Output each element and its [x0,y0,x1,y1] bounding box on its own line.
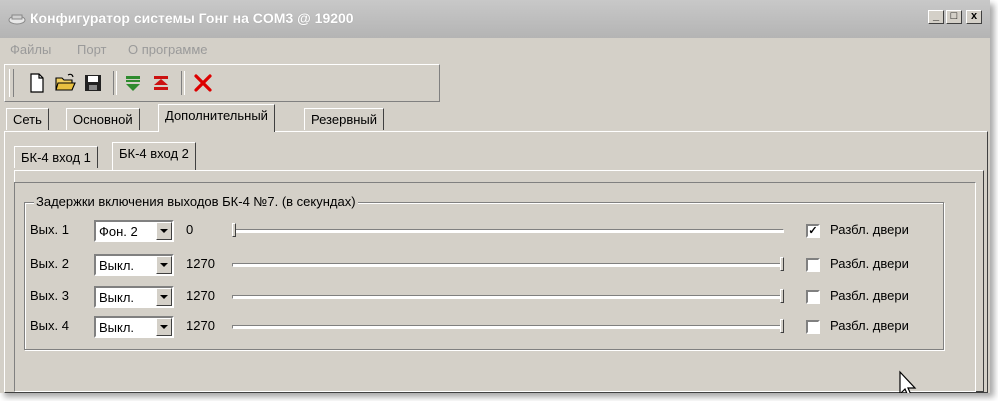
menu-about[interactable]: О программе [128,42,208,57]
delay-slider-thumb[interactable] [780,319,784,333]
unlock-door-checkbox[interactable] [806,290,820,304]
delay-slider-track[interactable] [232,229,784,233]
save-icon[interactable] [81,71,105,95]
chevron-down-icon[interactable] [156,222,172,240]
app-icon [8,14,26,25]
window-title: Конфигуратор системы Гонг на COM3 @ 1920… [30,10,354,26]
tab-main[interactable]: Основной [66,108,140,130]
menu-files[interactable]: Файлы [10,42,51,57]
delay-slider-thumb[interactable] [232,223,236,237]
unlock-door-label: Разбл. двери [830,222,909,237]
unlock-door-checkbox[interactable]: ✓ [806,224,820,238]
tab-reserve[interactable]: Резервный [304,108,385,130]
mode-select[interactable]: Выкл. [94,316,174,338]
delay-slider-track[interactable] [232,263,784,267]
delay-slider-thumb[interactable] [780,289,784,303]
mode-select[interactable]: Выкл. [94,254,174,276]
maximize-button[interactable]: □ [946,10,962,24]
output-label: Вых. 1 [30,222,69,237]
toolbar [4,64,440,102]
unlock-door-label: Разбл. двери [830,256,909,271]
subtab-input-1[interactable]: БК-4 вход 1 [14,146,98,168]
toolbar-separator [113,71,117,95]
menu-port[interactable]: Порт [77,42,106,57]
tab-network[interactable]: Сеть [6,108,49,130]
close-button[interactable]: x [966,10,982,24]
sub-tabs: БК-4 вход 1 БК-4 вход 2 [0,142,990,170]
title-bar[interactable]: Конфигуратор системы Гонг на COM3 @ 1920… [0,0,990,38]
subtab-input-2[interactable]: БК-4 вход 2 [112,142,196,170]
toolbar-grip[interactable] [9,69,14,97]
delay-slider-thumb[interactable] [780,257,784,271]
chevron-down-icon[interactable] [156,256,172,274]
delay-slider-track[interactable] [232,325,784,329]
output-label: Вых. 3 [30,288,69,303]
output-label: Вых. 2 [30,256,69,271]
tab-additional[interactable]: Дополнительный [158,104,275,132]
output-label: Вых. 4 [30,318,69,333]
mode-select-value: Выкл. [99,320,135,335]
mode-select[interactable]: Фон. 2 [94,220,174,242]
delay-value: 1270 [186,318,215,333]
menu-bar: Файлы Порт О программе [0,38,990,62]
unlock-door-label: Разбл. двери [830,318,909,333]
mode-select[interactable]: Выкл. [94,286,174,308]
main-tabs: Сеть Основной Дополнительный Резервный [0,104,990,132]
download-green-icon[interactable] [121,71,145,95]
mouse-cursor-icon [899,370,917,393]
chevron-down-icon[interactable] [156,318,172,336]
mode-select-value: Выкл. [99,258,135,273]
delay-value: 1270 [186,256,215,271]
unlock-door-label: Разбл. двери [830,288,909,303]
delay-value: 1270 [186,288,215,303]
mode-select-value: Выкл. [99,290,135,305]
app-window: Конфигуратор системы Гонг на COM3 @ 1920… [0,0,990,393]
unlock-door-checkbox[interactable] [806,320,820,334]
group-title: Задержки включения выходов БК-4 №7. (в с… [34,194,358,209]
upload-red-icon[interactable] [149,71,173,95]
mode-select-value: Фон. 2 [99,224,138,239]
open-folder-icon[interactable] [53,71,77,95]
delete-x-icon[interactable] [191,71,215,95]
delay-value: 0 [186,222,194,237]
delay-slider-track[interactable] [232,295,784,299]
chevron-down-icon[interactable] [156,288,172,306]
minimize-button[interactable]: _ [928,10,944,24]
toolbar-separator [181,71,185,95]
new-file-icon[interactable] [25,71,49,95]
unlock-door-checkbox[interactable] [806,258,820,272]
